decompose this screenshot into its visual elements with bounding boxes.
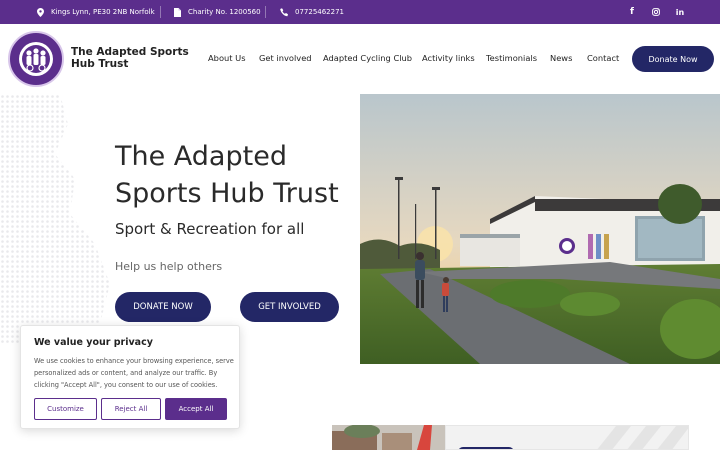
decorative-dot-map [0,94,110,344]
hero-tagline: Help us help others [115,260,223,273]
address-text: Kings Lynn, PE30 2NB Norfolk [51,8,155,16]
nav-activity-links[interactable]: Activity links [422,53,475,65]
nav-testimonials[interactable]: Testimonials [486,53,537,65]
hero-title: The Adapted Sports Hub Trust [115,141,339,209]
sports-hub-building-image [360,94,720,364]
divider [160,6,161,18]
cookie-customize-button[interactable]: Customize [34,398,97,420]
cookie-accept-all-button[interactable]: Accept All [165,398,227,420]
document-icon [173,7,182,17]
address-item: Kings Lynn, PE30 2NB Norfolk [36,0,155,24]
phone-item[interactable]: 07725462271 [280,0,344,24]
nav-news[interactable]: News [550,53,572,65]
nav-contact[interactable]: Contact [587,53,619,65]
cookie-consent-banner: We value your privacy We use cookies to … [20,325,240,429]
news-card-image[interactable] [332,425,445,450]
phone-text[interactable]: 07725462271 [295,8,344,16]
hero-get-involved-button[interactable]: GET INVOLVED [240,292,339,322]
hero-donate-button[interactable]: DONATE NOW [115,292,211,322]
nav-adapted-cycling-club[interactable]: Adapted Cycling Club [323,53,412,65]
instagram-icon[interactable] [649,0,663,24]
nav-get-involved[interactable]: Get involved [259,53,312,65]
news-card[interactable] [445,425,689,450]
trust-logo-icon[interactable] [8,31,64,87]
hero-subtitle: Sport & Recreation for all [115,220,305,238]
cookie-reject-all-button[interactable]: Reject All [101,398,161,420]
phone-icon [280,7,289,17]
facebook-icon[interactable]: f [625,0,639,24]
top-info-bar: Kings Lynn, PE30 2NB Norfolk Charity No.… [0,0,720,24]
cookie-title: We value your privacy [34,337,153,348]
divider [265,6,266,18]
charity-item: Charity No. 1200560 [173,0,261,24]
linkedin-icon[interactable]: in [673,0,687,24]
cookie-message: We use cookies to enhance your browsing … [34,357,234,389]
charity-text: Charity No. 1200560 [188,8,261,16]
donate-now-button[interactable]: Donate Now [632,46,714,72]
nav-about-us[interactable]: About Us [208,53,246,65]
site-title[interactable]: The Adapted Sports Hub Trust [71,46,191,70]
location-pin-icon [36,7,45,17]
